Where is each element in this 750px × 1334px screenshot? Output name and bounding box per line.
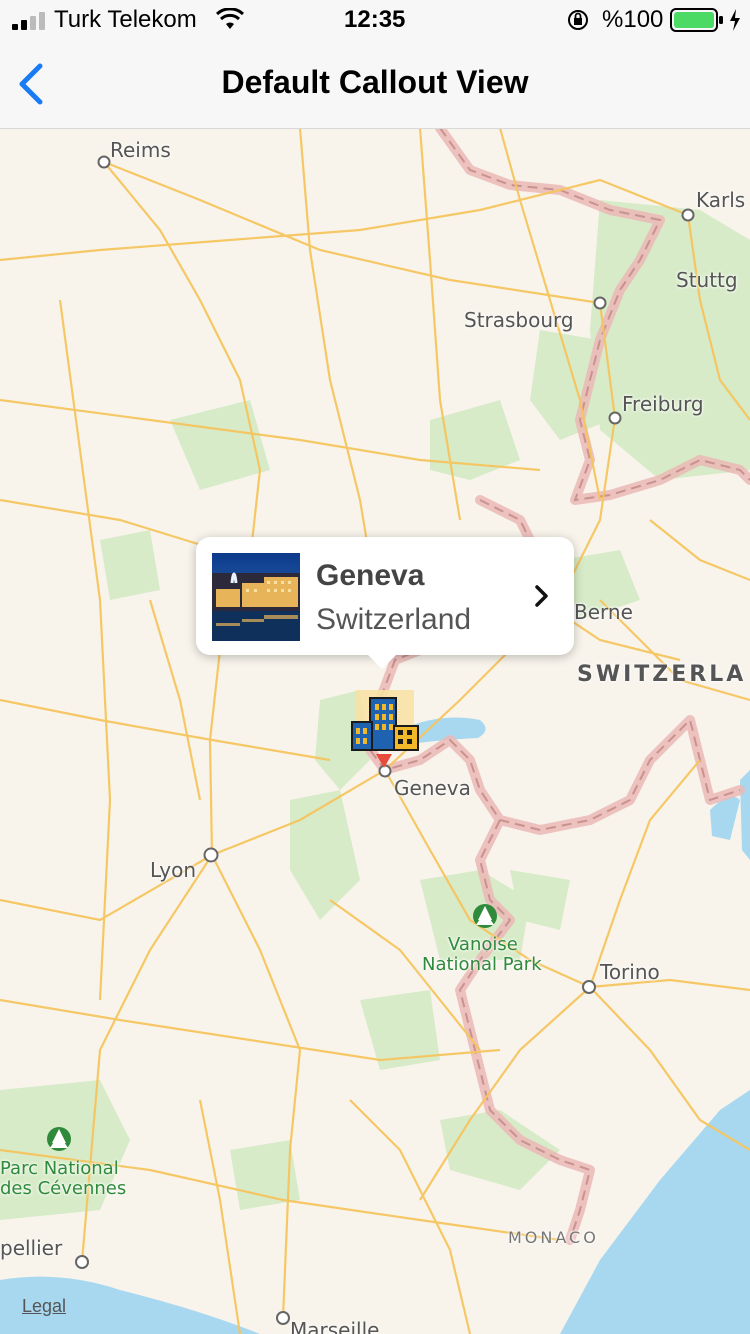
park-label: National Park xyxy=(422,954,542,975)
country-label: SWITZERLA xyxy=(577,662,747,687)
charging-icon xyxy=(730,9,740,31)
city-label: Karls xyxy=(696,188,746,212)
battery-icon xyxy=(670,8,723,32)
park-label: Vanoise xyxy=(448,934,518,955)
legal-link[interactable]: Legal xyxy=(22,1296,66,1317)
city-label: Berne xyxy=(574,600,633,624)
signal-icon xyxy=(12,12,45,30)
chevron-right-icon[interactable] xyxy=(532,581,552,611)
city-label: Lyon xyxy=(150,858,197,882)
location-thumbnail xyxy=(212,553,300,641)
city-label: Strasbourg xyxy=(464,308,574,332)
region-label: MONACO xyxy=(508,1228,599,1247)
callout-title: Geneva xyxy=(316,559,425,592)
city-label: Stuttg xyxy=(676,268,738,292)
park-label: Parc National xyxy=(0,1158,119,1179)
city-label: Freiburg xyxy=(622,392,704,416)
park-label: des Cévennes xyxy=(0,1178,127,1199)
clock: 12:35 xyxy=(344,6,406,33)
callout-subtitle: Switzerland xyxy=(316,603,472,636)
page-title: Default Callout View xyxy=(221,64,529,100)
carrier-name: Turk Telekom xyxy=(54,6,197,33)
status-bar: Turk Telekom 12:35 %100 xyxy=(0,0,750,40)
battery-percent: %100 xyxy=(602,6,664,33)
city-label: pellier xyxy=(0,1236,63,1260)
city-label: Reims xyxy=(110,138,171,162)
city-label: Marseille xyxy=(290,1318,380,1334)
orientation-lock-icon xyxy=(568,10,588,30)
wifi-icon xyxy=(216,8,244,29)
city-label: Torino xyxy=(600,960,660,984)
navigation-bar: Default Callout View xyxy=(0,40,750,129)
callout-view[interactable]: Geneva Switzerland xyxy=(196,537,574,669)
building-pin-icon[interactable] xyxy=(348,690,420,780)
